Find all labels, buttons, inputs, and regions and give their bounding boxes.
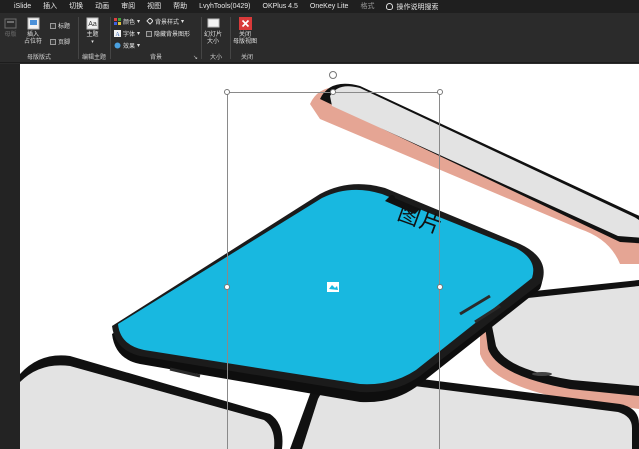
dialog-launcher-icon[interactable]: ↘ — [193, 54, 198, 61]
close-master-view-label: 关闭 母版视图 — [233, 32, 258, 45]
close-icon — [238, 17, 252, 30]
theme-button[interactable]: Aa 主题 ▾ — [86, 17, 99, 46]
ribbon-separator — [110, 17, 111, 59]
group-label-background: 背景 — [149, 55, 162, 61]
tab-islide[interactable]: iSlide — [8, 0, 37, 13]
group-close: 关闭 母版视图 关闭 — [232, 15, 262, 61]
footer-checkbox-box[interactable] — [50, 38, 56, 45]
resize-handle-top-left[interactable] — [224, 89, 230, 95]
fonts-label: 字体 — [123, 32, 136, 38]
tab-lvyhtools[interactable]: LvyhTools(0429) — [193, 0, 256, 13]
rotate-handle[interactable] — [329, 71, 337, 79]
svg-text:A: A — [115, 32, 120, 37]
colors-label: 颜色 — [123, 20, 136, 26]
group-size: 幻灯片 大小 大小 — [203, 15, 229, 61]
footer-checkbox[interactable]: 页脚 — [50, 37, 70, 46]
selection-box[interactable] — [227, 92, 440, 449]
chevron-down-icon: ▾ — [137, 19, 141, 25]
placeholder-icon — [27, 17, 39, 30]
group-background: 颜色 ▾ A 字体 ▾ 效果 ▾ 背景样式 ▾ 隐藏背景图形 背景 ↘ — [112, 15, 200, 61]
hide-background-label: 隐藏背景图形 — [154, 32, 191, 38]
chevron-down-icon: ▾ — [137, 31, 141, 37]
background-styles-label: 背景样式 — [155, 20, 180, 26]
fonts-icon: A — [114, 30, 121, 37]
ribbon-separator — [230, 17, 231, 59]
insert-placeholder-label: 插入 占位符 — [24, 32, 43, 45]
tell-me-search[interactable]: 操作说明搜索 — [380, 2, 438, 12]
colors-button[interactable]: 颜色 ▾ — [114, 17, 140, 26]
ribbon-separator — [78, 17, 79, 59]
paint-bucket-icon — [146, 18, 153, 25]
slide-size-button[interactable]: 幻灯片 大小 — [204, 17, 222, 46]
group-label-edit-theme: 编辑主题 — [81, 55, 106, 61]
slide-size-label: 幻灯片 大小 — [204, 32, 223, 45]
tab-transitions[interactable]: 切换 — [63, 0, 89, 13]
tell-me-label: 操作说明搜索 — [396, 3, 439, 11]
hide-background-checkbox-box[interactable] — [146, 30, 152, 37]
fonts-button[interactable]: A 字体 ▾ — [114, 29, 140, 38]
chevron-down-icon: ▾ — [137, 43, 141, 49]
colors-icon — [114, 18, 121, 25]
group-label-close: 关闭 — [240, 55, 253, 61]
chevron-down-icon: ▾ — [91, 39, 94, 45]
svg-text:Aa: Aa — [88, 21, 97, 28]
group-label-size: 大小 — [209, 55, 222, 61]
ribbon: 母版 插入 占位符 标题 页脚 母版版式 Aa 主题 ▾ 编辑主题 颜色 ▾ A… — [0, 13, 639, 63]
tab-onekey-lite[interactable]: OneKey Lite — [304, 0, 355, 13]
tab-animations[interactable]: 动画 — [89, 0, 115, 13]
effects-button[interactable]: 效果 ▾ — [114, 41, 140, 50]
tab-review[interactable]: 审阅 — [115, 0, 141, 13]
theme-icon: Aa — [86, 17, 99, 30]
slide-size-icon — [207, 18, 219, 28]
lightbulb-icon — [386, 3, 394, 10]
group-edit-theme: Aa 主题 ▾ 编辑主题 — [80, 15, 108, 61]
master-button-label: 母版 — [4, 32, 17, 38]
tab-help[interactable]: 帮助 — [167, 0, 193, 13]
title-checkbox-box[interactable] — [50, 22, 56, 29]
resize-handle-right[interactable] — [437, 284, 443, 290]
resize-handle-top-right[interactable] — [437, 89, 443, 95]
slide-thumbnail-pane[interactable] — [0, 64, 20, 449]
slide-canvas[interactable]: 图片 — [20, 64, 639, 449]
master-layout-icon — [4, 18, 17, 29]
title-checkbox[interactable]: 标题 — [50, 21, 70, 30]
chevron-down-icon: ▾ — [181, 19, 185, 25]
effects-label: 效果 — [123, 44, 136, 50]
tab-okplus[interactable]: OKPlus 4.5 — [257, 0, 304, 13]
tab-view[interactable]: 视图 — [141, 0, 167, 13]
close-master-view-button[interactable]: 关闭 母版视图 — [233, 17, 257, 46]
insert-placeholder-button[interactable]: 插入 占位符 — [24, 17, 42, 46]
master-button[interactable]: 母版 — [4, 17, 17, 39]
effects-icon — [114, 42, 121, 49]
hide-background-checkbox[interactable]: 隐藏背景图形 — [146, 29, 190, 38]
footer-checkbox-label: 页脚 — [58, 40, 71, 46]
resize-handle-left[interactable] — [224, 284, 230, 290]
ribbon-separator — [201, 17, 202, 59]
ribbon-tab-bar: iSlide 插入 切换 动画 审阅 视图 帮助 LvyhTools(0429)… — [0, 0, 639, 13]
title-checkbox-label: 标题 — [58, 24, 71, 30]
background-styles-button[interactable]: 背景样式 ▾ — [146, 17, 184, 26]
group-master-layout: 母版 插入 占位符 标题 页脚 母版版式 — [2, 15, 76, 61]
tab-insert[interactable]: 插入 — [37, 0, 63, 13]
resize-handle-top[interactable] — [330, 89, 336, 95]
group-label-master-layout: 母版版式 — [26, 55, 51, 61]
theme-button-label: 主题 — [86, 32, 99, 38]
tab-format[interactable]: 格式 — [354, 0, 380, 13]
